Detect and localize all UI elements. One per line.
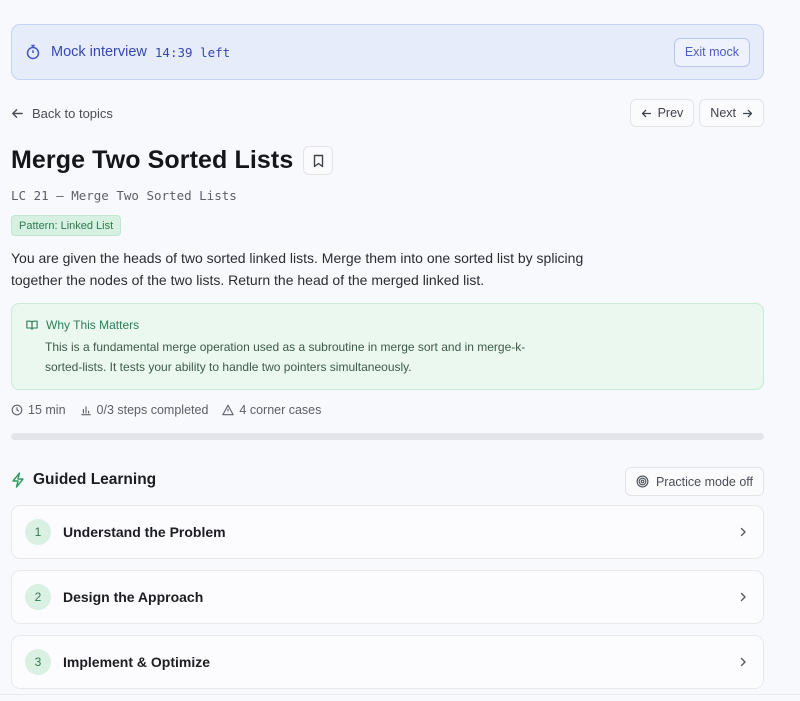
prev-button[interactable]: Prev	[629, 99, 695, 127]
chevron-right-icon	[738, 592, 748, 602]
title-row: Merge Two Sorted Lists	[11, 146, 334, 175]
book-open-icon	[26, 320, 38, 330]
problem-subtitle: LC 21 — Merge Two Sorted Lists	[11, 188, 237, 203]
exit-mock-button[interactable]: Exit mock	[673, 37, 750, 67]
arrow-right-icon	[742, 109, 753, 117]
lightning-icon	[12, 472, 24, 488]
pager: Prev Next	[629, 99, 764, 127]
back-to-topics-link[interactable]: Back to topics	[11, 104, 113, 122]
bookmark-button[interactable]	[303, 146, 334, 175]
bar-chart-icon	[80, 406, 91, 416]
problem-description: You are given the heads of two sorted li…	[11, 250, 584, 288]
next-label: Next	[710, 106, 736, 120]
divider	[0, 694, 800, 695]
warning-triangle-icon	[222, 404, 235, 416]
steps-text: 0/3 steps completed	[96, 403, 209, 417]
step-number: 2	[25, 584, 51, 610]
chevron-right-icon	[738, 527, 748, 537]
why-heading: Why This Matters	[46, 318, 140, 332]
step-card-1[interactable]: 1 Understand the Problem	[11, 505, 764, 559]
why-text: This is a fundamental merge operation us…	[45, 340, 526, 374]
step-number: 3	[25, 649, 51, 675]
practice-mode-label: Practice mode off	[655, 474, 753, 489]
page-title: Merge Two Sorted Lists	[11, 146, 294, 174]
corner-cases-text: 4 corner cases	[239, 403, 322, 417]
practice-mode-toggle[interactable]: Practice mode off	[624, 467, 764, 496]
pattern-badge: Pattern: Linked List	[11, 215, 122, 236]
back-label: Back to topics	[32, 105, 113, 121]
step-label: Implement & Optimize	[63, 654, 211, 670]
steps-completed: 0/3 steps completed	[80, 403, 209, 417]
time-text: 15 min	[28, 403, 66, 417]
step-card-3[interactable]: 3 Implement & Optimize	[11, 635, 764, 689]
next-button[interactable]: Next	[699, 99, 764, 127]
time-estimate: 15 min	[11, 403, 66, 417]
clock-icon	[11, 404, 23, 416]
step-label: Design the Approach	[63, 589, 204, 605]
mock-timer: 14:39 left	[154, 44, 231, 60]
problem-meta: 15 min 0/3 steps completed 4 corner case…	[11, 403, 335, 417]
mock-label: Mock interview	[51, 44, 147, 60]
guided-learning-header: Guided Learning	[11, 471, 156, 489]
chevron-right-icon	[738, 657, 748, 667]
target-icon	[636, 475, 649, 488]
guided-learning-title: Guided Learning	[33, 471, 157, 488]
stopwatch-icon	[25, 44, 41, 60]
bookmark-icon	[313, 154, 324, 167]
step-number: 1	[25, 519, 51, 545]
arrow-left-icon	[641, 109, 651, 117]
step-card-2[interactable]: 2 Design the Approach	[11, 570, 764, 624]
step-label: Understand the Problem	[63, 524, 226, 540]
progress-bar	[11, 433, 764, 440]
why-this-matters-panel: Why This Matters This is a fundamental m…	[11, 303, 764, 390]
mock-interview-banner: Mock interview 14:39 left Exit mock	[11, 24, 764, 80]
why-heading-row: Why This Matters	[26, 318, 749, 332]
prev-label: Prev	[657, 106, 684, 120]
corner-cases: 4 corner cases	[222, 403, 321, 417]
arrow-left-icon	[12, 108, 23, 118]
